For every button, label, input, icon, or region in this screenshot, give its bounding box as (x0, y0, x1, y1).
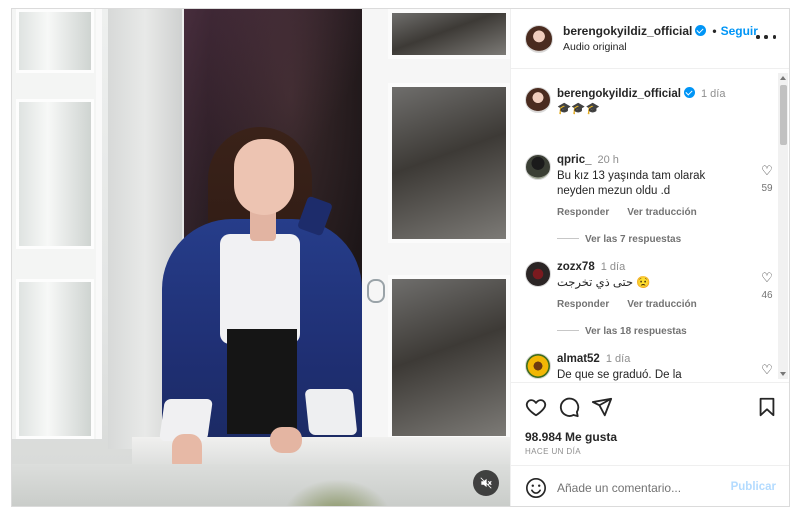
paper-plane-icon[interactable] (591, 396, 613, 418)
black-skirt (227, 329, 297, 434)
post-footer: 98.984 Me gusta HACE UN DÍA Publicar (511, 382, 789, 506)
window-glass (388, 9, 510, 59)
person-face (234, 139, 294, 215)
window-pane (16, 9, 94, 73)
publish-button[interactable]: Publicar (731, 481, 776, 493)
comment-like: ♡ 59 (759, 164, 775, 194)
caption: berengokyildiz_official 1 día 🎓🎓🎓 (525, 87, 775, 131)
right-window-sash (362, 9, 510, 449)
comment-username[interactable]: almat52 (557, 353, 600, 365)
instagram-post-modal: berengokyildiz_official • Seguir Audio ori… (11, 8, 790, 507)
scroll-down-arrow-icon[interactable] (780, 372, 786, 376)
window-glass (388, 275, 510, 440)
action-bar (525, 396, 777, 418)
verified-badge-icon (683, 87, 695, 98)
translate-button[interactable]: Ver traducción (627, 299, 696, 310)
comment-text: حتى ذي تخرجت 😟 (557, 277, 651, 289)
comments-scrollbar[interactable] (778, 73, 788, 379)
post-author: berengokyildiz_official • Seguir (563, 24, 758, 38)
speaker-muted-icon (480, 477, 492, 489)
comment-username[interactable]: qpric_ (557, 154, 592, 166)
comment-like-count: 46 (761, 290, 773, 301)
emoji-icon[interactable] (525, 477, 547, 499)
comment-like: ♡ (759, 363, 775, 376)
avatar[interactable] (525, 25, 553, 53)
window-pane (16, 99, 94, 249)
comment-text: De que se graduó. De la secundaria. Much… (557, 369, 682, 381)
post-date[interactable]: HACE UN DÍA (525, 447, 581, 456)
right-sleeve (304, 389, 358, 435)
comment-header: qpric_ 20 h (557, 154, 619, 166)
heart-icon[interactable]: ♡ (759, 363, 775, 376)
comment-time: 1 día (600, 261, 626, 273)
comment-actions: Responder Ver traducción (557, 207, 715, 218)
comment-input[interactable] (557, 478, 732, 498)
likes-count[interactable]: 98.984 Me gusta (525, 430, 617, 444)
reply-button[interactable]: Responder (557, 207, 609, 218)
audio-label[interactable]: Audio original (563, 41, 627, 53)
comment-time: 1 día (605, 353, 631, 365)
wall-ledge (12, 464, 510, 506)
reply-button[interactable]: Responder (557, 299, 609, 310)
list-item: almat52 1 día De que se graduó. De la sec… (525, 353, 775, 382)
comments-list[interactable]: berengokyildiz_official 1 día 🎓🎓🎓 qpric_ 2… (511, 70, 789, 382)
right-hand (270, 427, 302, 453)
post-header: berengokyildiz_official • Seguir Audio ori… (511, 9, 789, 69)
white-shirt (220, 234, 300, 344)
caption-username[interactable]: berengokyildiz_official (557, 88, 681, 100)
comment-text: Bu kız 13 yaşında tam olarak neyden mezu… (557, 170, 706, 197)
post-side-panel: berengokyildiz_official • Seguir Audio ori… (510, 9, 789, 506)
add-comment-bar: Publicar (511, 465, 789, 506)
avatar[interactable] (525, 353, 551, 379)
more-options-icon[interactable] (756, 29, 776, 45)
post-video[interactable] (12, 9, 510, 506)
scrollbar-thumb[interactable] (780, 85, 787, 145)
comment-username[interactable]: zozx78 (557, 261, 595, 273)
window-pane (16, 279, 94, 439)
view-replies-button[interactable]: Ver las 7 respuestas (557, 234, 681, 245)
left-window (12, 9, 102, 439)
comment-header: zozx78 1 día (557, 261, 625, 273)
heart-icon[interactable]: ♡ (759, 164, 775, 177)
caption-time: 1 día (700, 88, 726, 100)
view-replies-button[interactable]: Ver las 18 respuestas (557, 326, 687, 337)
comment-actions: Responder Ver traducción (557, 299, 715, 310)
bookmark-icon[interactable] (757, 396, 777, 418)
translate-button[interactable]: Ver traducción (627, 207, 696, 218)
tooth-sticker-icon (367, 279, 385, 303)
caption-text: 🎓🎓🎓 (557, 103, 600, 115)
avatar[interactable] (525, 261, 551, 287)
heart-icon[interactable] (525, 396, 547, 418)
caption-header: berengokyildiz_official 1 día (557, 87, 725, 100)
avatar[interactable] (525, 87, 551, 113)
author-username[interactable]: berengokyildiz_official (563, 24, 692, 38)
plant (282, 479, 392, 506)
comment-icon[interactable] (558, 396, 580, 418)
window-glass (388, 83, 510, 243)
verified-badge-icon (695, 25, 707, 36)
follow-button[interactable]: Seguir (721, 24, 758, 38)
separator-dot: • (712, 24, 717, 38)
comment-header: almat52 1 día (557, 353, 630, 365)
comment-like: ♡ 46 (759, 271, 775, 301)
list-item: qpric_ 20 h Bu kız 13 yaşında tam olarak … (525, 154, 775, 234)
avatar[interactable] (525, 154, 551, 180)
comment-time: 20 h (597, 154, 619, 166)
sound-off-icon[interactable] (473, 470, 499, 496)
comment-like-count: 59 (761, 183, 773, 194)
heart-icon[interactable]: ♡ (759, 271, 775, 284)
scroll-up-arrow-icon[interactable] (780, 76, 786, 80)
